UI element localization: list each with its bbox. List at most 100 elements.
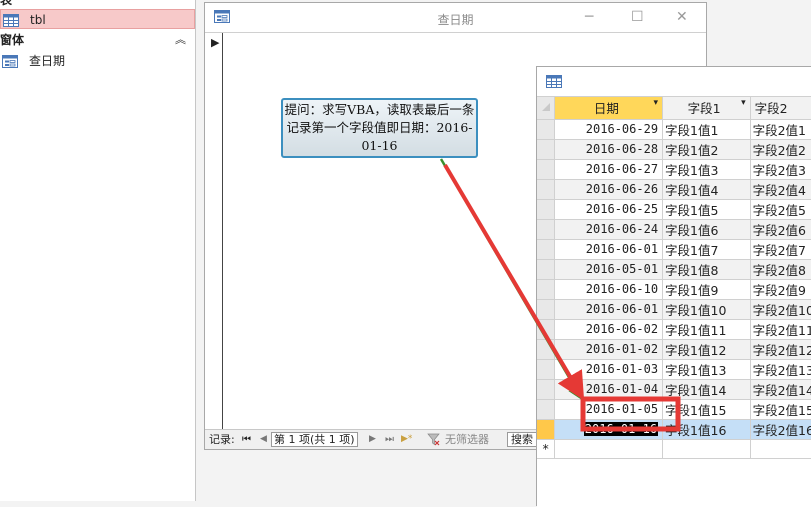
date-cell[interactable]: 2016-01-05: [554, 399, 664, 420]
row-selector[interactable]: [537, 279, 556, 300]
field1-cell[interactable]: 字段1值4: [662, 179, 751, 200]
field1-cell[interactable]: 字段1值3: [662, 159, 751, 180]
field1-dropdown-icon[interactable]: ▾: [741, 98, 746, 108]
field2-cell[interactable]: 字段2值6: [750, 219, 811, 240]
row-selector[interactable]: [537, 379, 556, 400]
row-selector[interactable]: [537, 319, 556, 340]
table-row[interactable]: 2016-06-01 字段1值10 字段2值10: [537, 299, 811, 320]
row-selector[interactable]: [537, 159, 556, 180]
new-record-icon[interactable]: ▶*: [401, 430, 412, 449]
nav-group-forms[interactable]: 窗体 ︽: [0, 30, 196, 50]
field2-cell[interactable]: 字段2值5: [750, 199, 811, 220]
table-row[interactable]: 2016-06-29 字段1值1 字段2值1: [537, 119, 811, 140]
date-cell[interactable]: 2016-06-27: [554, 159, 664, 180]
date-cell[interactable]: 2016-06-29: [554, 119, 664, 140]
field1-cell[interactable]: 字段1值1: [662, 119, 751, 140]
row-selector[interactable]: [537, 239, 556, 260]
field1-cell[interactable]: 字段1值11: [662, 319, 751, 340]
maximize-icon[interactable]: ☐: [631, 9, 644, 25]
date-cell[interactable]: 2016-06-26: [554, 179, 664, 200]
date-cell[interactable]: 2016-06-28: [554, 139, 664, 160]
nav-item-form[interactable]: 查日期: [0, 51, 195, 71]
date-cell[interactable]: 2016-06-24: [554, 219, 664, 240]
table-row[interactable]: 2016-06-10 字段1值9 字段2值9: [537, 279, 811, 300]
date-cell[interactable]: 2016-06-02: [554, 319, 664, 340]
date-cell[interactable]: 2016-01-03: [554, 359, 664, 380]
row-selector[interactable]: [537, 399, 556, 420]
first-record-icon[interactable]: ⏮: [242, 430, 251, 449]
nav-item-tbl[interactable]: tbl: [0, 9, 195, 29]
field2-cell[interactable]: 字段2值15: [750, 399, 811, 420]
row-selector[interactable]: [537, 139, 556, 160]
table-row[interactable]: 2016-06-27 字段1值3 字段2值3: [537, 159, 811, 180]
table-row[interactable]: 2016-06-01 字段1值7 字段2值7: [537, 239, 811, 260]
search-box[interactable]: 搜索: [507, 432, 537, 447]
row-selector[interactable]: [537, 179, 556, 200]
table-row[interactable]: 2016-01-05 字段1值15 字段2值15: [537, 399, 811, 420]
table-row[interactable]: 2016-01-16 字段1值16 字段2值16: [537, 419, 811, 440]
next-record-icon[interactable]: ▶: [369, 430, 376, 449]
table-row[interactable]: 2016-06-24 字段1值6 字段2值6: [537, 219, 811, 240]
field1-cell[interactable]: 字段1值16: [662, 419, 751, 440]
field2-cell[interactable]: 字段2值2: [750, 139, 811, 160]
table-row[interactable]: 2016-06-28 字段1值2 字段2值2: [537, 139, 811, 160]
column-header-field1[interactable]: 字段1 ▾: [662, 97, 751, 120]
column-header-date[interactable]: 日期 ▾: [554, 97, 664, 120]
field2-cell[interactable]: 字段2值13: [750, 359, 811, 380]
table-row[interactable]: 2016-01-02 字段1值12 字段2值12: [537, 339, 811, 360]
field2-cell[interactable]: 字段2值8: [750, 259, 811, 280]
field2-cell[interactable]: 字段2值12: [750, 339, 811, 360]
field1-cell[interactable]: 字段1值10: [662, 299, 751, 320]
field1-cell[interactable]: 字段1值5: [662, 199, 751, 220]
field1-cell[interactable]: 字段1值9: [662, 279, 751, 300]
field2-cell[interactable]: 字段2值9: [750, 279, 811, 300]
field2-cell[interactable]: 字段2值14: [750, 379, 811, 400]
field2-cell[interactable]: 字段2值16: [750, 419, 811, 440]
table-row[interactable]: 2016-06-02 字段1值11 字段2值11: [537, 319, 811, 340]
field1-cell[interactable]: 字段1值14: [662, 379, 751, 400]
date-cell[interactable]: 2016-06-25: [554, 199, 664, 220]
date-cell[interactable]: 2016-05-01: [554, 259, 664, 280]
new-record-cell[interactable]: [662, 439, 751, 459]
row-selector[interactable]: [537, 359, 556, 380]
field2-cell[interactable]: 字段2值4: [750, 179, 811, 200]
column-header-field2[interactable]: 字段2: [750, 97, 811, 120]
date-cell[interactable]: 2016-06-01: [554, 299, 664, 320]
field1-cell[interactable]: 字段1值12: [662, 339, 751, 360]
field1-cell[interactable]: 字段1值2: [662, 139, 751, 160]
row-selector[interactable]: [537, 119, 556, 140]
new-record-cell[interactable]: [554, 439, 664, 459]
close-icon[interactable]: ✕: [676, 9, 688, 25]
row-selector[interactable]: [537, 199, 556, 220]
row-selector[interactable]: [537, 419, 556, 440]
table-row[interactable]: 2016-06-25 字段1值5 字段2值5: [537, 199, 811, 220]
field2-cell[interactable]: 字段2值10: [750, 299, 811, 320]
minimize-icon[interactable]: ─: [585, 9, 593, 25]
field2-cell[interactable]: 字段2值7: [750, 239, 811, 260]
new-record-row[interactable]: *: [537, 439, 811, 459]
field1-cell[interactable]: 字段1值13: [662, 359, 751, 380]
collapse-chevron-icon[interactable]: ︽: [175, 30, 186, 50]
record-position-field[interactable]: 第 1 项(共 1 项): [271, 432, 358, 447]
row-selector[interactable]: [537, 299, 556, 320]
date-cell[interactable]: 2016-01-16: [554, 419, 664, 440]
date-cell[interactable]: 2016-06-01: [554, 239, 664, 260]
new-record-cell[interactable]: [750, 439, 811, 459]
date-cell[interactable]: 2016-01-04: [554, 379, 664, 400]
prev-record-icon[interactable]: ◀: [260, 430, 267, 449]
date-cell[interactable]: 2016-06-10: [554, 279, 664, 300]
row-selector[interactable]: [537, 339, 556, 360]
row-selector[interactable]: [537, 259, 556, 280]
sort-dropdown-icon[interactable]: ▾: [654, 98, 659, 108]
table-row[interactable]: 2016-01-04 字段1值14 字段2值14: [537, 379, 811, 400]
record-selector[interactable]: ▶: [205, 33, 223, 429]
table-row[interactable]: 2016-01-03 字段1值13 字段2值13: [537, 359, 811, 380]
table-row[interactable]: 2016-06-26 字段1值4 字段2值4: [537, 179, 811, 200]
field1-cell[interactable]: 字段1值8: [662, 259, 751, 280]
table-row[interactable]: 2016-05-01 字段1值8 字段2值8: [537, 259, 811, 280]
field2-cell[interactable]: 字段2值1: [750, 119, 811, 140]
field2-cell[interactable]: 字段2值11: [750, 319, 811, 340]
field2-cell[interactable]: 字段2值3: [750, 159, 811, 180]
last-record-icon[interactable]: ⏭: [385, 430, 394, 449]
row-selector[interactable]: [537, 219, 556, 240]
